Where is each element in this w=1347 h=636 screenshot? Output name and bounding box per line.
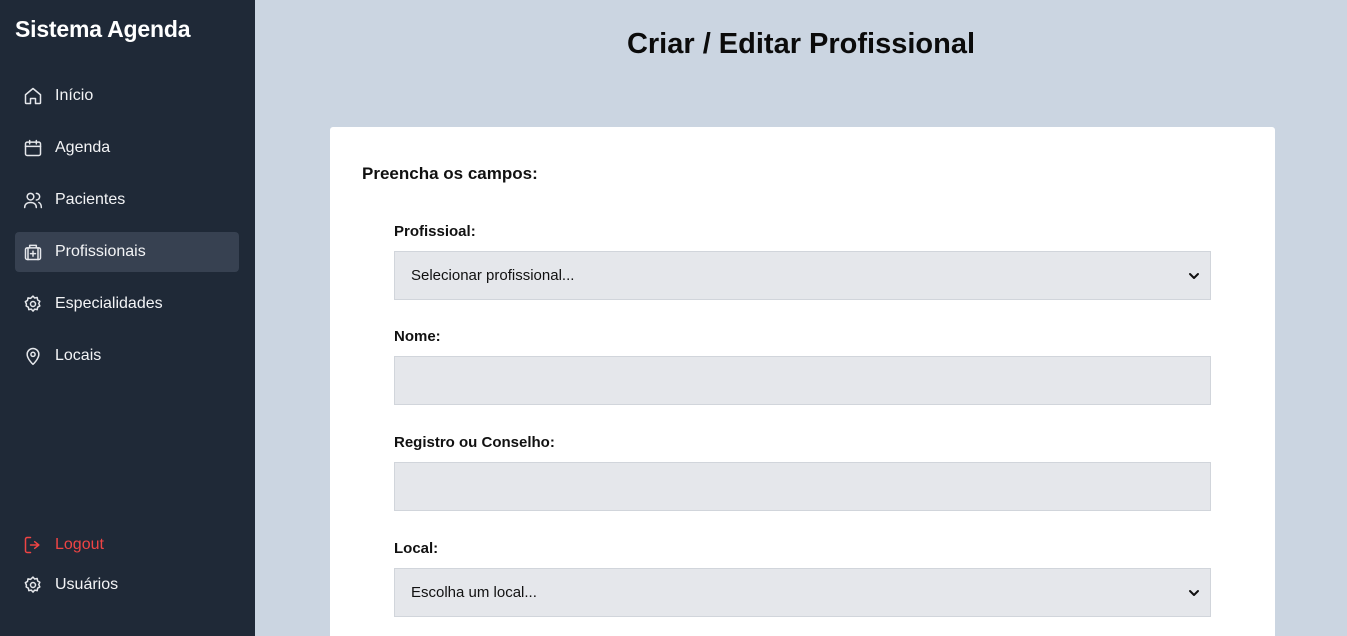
medical-bag-icon — [23, 242, 43, 262]
logout-label: Logout — [55, 536, 104, 553]
sidebar-bottom-nav: Logout Usuários — [15, 525, 239, 605]
home-icon — [23, 86, 43, 106]
gear-icon — [23, 294, 43, 314]
sidebar-item-pacientes[interactable]: Pacientes — [15, 180, 239, 220]
profissional-label: Profissioal: — [394, 223, 476, 240]
local-select[interactable]: Escolha um local... — [394, 568, 1211, 617]
sidebar-item-locais[interactable]: Locais — [15, 336, 239, 376]
field-nome: Nome: — [394, 328, 1211, 405]
sidebar-item-label: Pacientes — [55, 191, 126, 208]
sidebar: Sistema Agenda Início Agenda Pacientes P… — [0, 0, 255, 636]
chevron-down-icon — [1189, 273, 1199, 279]
sidebar-nav: Início Agenda Pacientes Profissionais Es… — [15, 76, 239, 388]
sidebar-item-agenda[interactable]: Agenda — [15, 128, 239, 168]
sidebar-item-label: Usuários — [55, 576, 119, 593]
sidebar-item-label: Locais — [55, 347, 102, 364]
logout-icon — [23, 535, 43, 555]
page-title: Criar / Editar Profissional — [626, 28, 976, 60]
main-content: Criar / Editar Profissional Preencha os … — [255, 0, 1347, 636]
sidebar-item-usuarios[interactable]: Usuários — [15, 565, 239, 605]
field-registro: Registro ou Conselho: — [394, 434, 1211, 511]
field-profissional: Profissioal: Selecionar profissional... — [394, 223, 1211, 300]
map-pin-icon — [23, 346, 43, 366]
sidebar-item-inicio[interactable]: Início — [15, 76, 239, 116]
sidebar-item-label: Início — [55, 87, 94, 104]
local-select-value: Escolha um local... — [411, 584, 537, 601]
form-heading: Preencha os campos: — [362, 164, 538, 183]
logout-button[interactable]: Logout — [15, 525, 239, 565]
nome-label: Nome: — [394, 328, 441, 345]
nome-input[interactable] — [394, 356, 1211, 405]
registro-label: Registro ou Conselho: — [394, 434, 555, 451]
chevron-down-icon — [1189, 590, 1199, 596]
field-local: Local: Escolha um local... — [394, 540, 1211, 617]
users-icon — [23, 190, 43, 210]
sidebar-item-label: Profissionais — [55, 243, 146, 260]
sidebar-item-label: Agenda — [55, 139, 111, 156]
sidebar-item-especialidades[interactable]: Especialidades — [15, 284, 239, 324]
calendar-icon — [23, 138, 43, 158]
form-card: Preencha os campos: Profissioal: Selecio… — [330, 127, 1275, 636]
gear-icon — [23, 575, 43, 595]
profissional-select[interactable]: Selecionar profissional... — [394, 251, 1211, 300]
brand-title: Sistema Agenda — [15, 16, 191, 42]
sidebar-item-label: Especialidades — [55, 295, 163, 312]
registro-input[interactable] — [394, 462, 1211, 511]
sidebar-item-profissionais[interactable]: Profissionais — [15, 232, 239, 272]
local-label: Local: — [394, 540, 439, 557]
profissional-select-value: Selecionar profissional... — [411, 267, 575, 284]
